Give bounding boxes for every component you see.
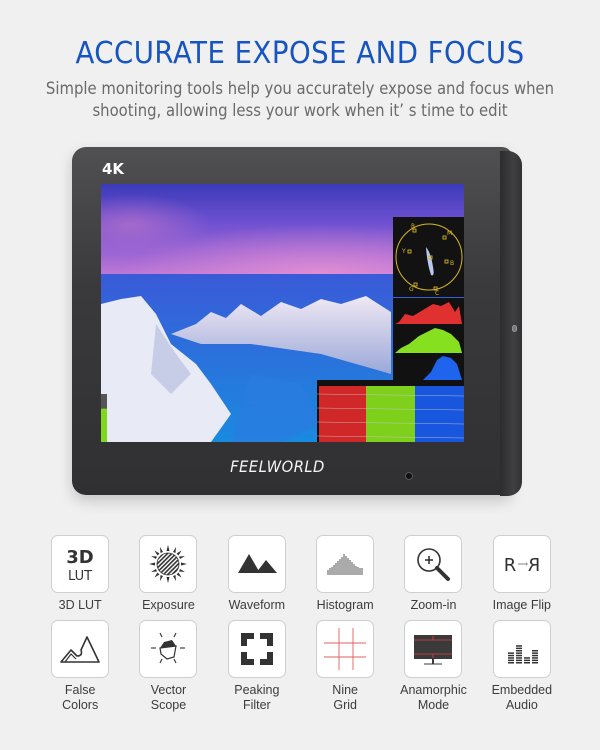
3d-lut-icon: 3D LUT	[51, 535, 110, 593]
feature-label: Vector Scope	[150, 683, 187, 712]
zoom-in-icon	[404, 535, 463, 593]
audio-level-segment	[531, 662, 538, 664]
vectorscope-label-g: G	[409, 286, 414, 293]
audio-level-segment	[531, 650, 538, 652]
feature-label: Zoom-in	[410, 598, 457, 612]
feature-waveform: Waveform	[213, 535, 301, 614]
vectorscope-label-b: B	[450, 260, 454, 267]
feature-label: Anamorphic Mode	[400, 683, 467, 712]
side-button	[512, 325, 517, 332]
subtitle-line-2: shooting, allowing less your work when i…	[92, 101, 508, 120]
audio-level-segment	[507, 654, 514, 657]
vectorscope-label-m: M	[447, 230, 452, 237]
monitor-screen: R M Y B G C	[101, 184, 464, 442]
feature-vector-scope: Vector Scope	[124, 620, 212, 713]
power-indicator	[405, 472, 413, 480]
brand-logo: FEELWORLD	[230, 457, 325, 476]
audio-level-meter	[101, 394, 107, 442]
feature-nine-grid: Nine Grid	[301, 620, 389, 713]
feature-anamorphic-mode: Anamorphic Mode	[389, 620, 477, 713]
audio-level-segment	[515, 650, 522, 652]
audio-level-segment	[515, 645, 522, 647]
svg-text:3D: 3D	[66, 547, 93, 568]
feature-label: Histogram	[316, 598, 374, 612]
audio-level-segment	[523, 657, 530, 659]
feature-label: False Colors	[62, 683, 99, 712]
vectorscope-label-c: C	[435, 290, 439, 297]
image-flip-icon: R R	[492, 535, 551, 593]
audio-level-segment	[523, 662, 530, 664]
vectorscope-overlay: R M Y B G C	[393, 217, 464, 297]
svg-text:LUT: LUT	[68, 569, 92, 584]
waveform-icon	[227, 535, 286, 593]
vectorscope-label-y: Y	[401, 248, 406, 255]
histogram-green	[395, 328, 462, 353]
feature-grid: 3D LUT 3D LUT Exposure Waveform Histogra…	[36, 535, 566, 713]
parade-green	[366, 386, 415, 442]
svg-text:R: R	[504, 555, 517, 576]
4k-badge: 4K	[102, 160, 125, 178]
feature-label: Waveform	[228, 598, 286, 612]
svg-text:R: R	[528, 555, 541, 576]
feature-zoom-in: Zoom-in	[389, 535, 477, 614]
audio-level-segment	[507, 662, 514, 664]
histogram-icon	[316, 535, 375, 593]
audio-level-segment	[507, 657, 514, 659]
feature-label: Exposure	[142, 598, 195, 612]
vector-scope-icon	[139, 620, 198, 678]
feature-label: Embedded Audio	[491, 683, 553, 712]
audio-level-segment	[507, 652, 514, 654]
audio-level-segment	[515, 662, 522, 664]
peaking-filter-icon	[227, 620, 286, 678]
histogram-red	[395, 302, 462, 324]
audio-level-segment	[523, 659, 530, 662]
audio-level-segment	[531, 659, 538, 662]
feature-false-colors: False Colors	[36, 620, 124, 713]
feature-peaking-filter: Peaking Filter	[213, 620, 301, 713]
false-colors-icon	[51, 620, 110, 678]
page-subtitle: Simple monitoring tools help you accurat…	[30, 78, 570, 122]
histogram-blue	[423, 356, 462, 380]
vectorscope-label-r: R	[411, 223, 415, 230]
subtitle-line-1: Simple monitoring tools help you accurat…	[45, 79, 555, 98]
feature-histogram: Histogram	[301, 535, 389, 614]
audio-level-segment	[515, 652, 522, 654]
rgb-histogram-overlay	[393, 298, 464, 380]
audio-level-segment	[515, 647, 522, 650]
feature-label: Nine Grid	[332, 683, 359, 712]
audio-level-segment	[515, 654, 522, 657]
audio-level-segment	[515, 659, 522, 662]
audio-level-segment	[531, 657, 538, 659]
nine-grid-icon	[316, 620, 375, 678]
exposure-icon	[139, 535, 198, 593]
audio-level-segment	[531, 652, 538, 654]
monitor-side-edge	[500, 151, 522, 496]
field-monitor: 4K R M Y B G C FEELWORLD	[72, 147, 522, 496]
feature-label: Peaking Filter	[234, 683, 280, 712]
audio-level-segment	[531, 654, 538, 657]
embedded-audio-icon	[492, 620, 551, 678]
page-title: ACCURATE EXPOSE AND FOCUS	[75, 36, 525, 71]
anamorphic-mode-icon	[404, 620, 463, 678]
feature-3d-lut: 3D LUT 3D LUT	[36, 535, 124, 614]
feature-embedded-audio: Embedded Audio	[478, 620, 566, 713]
audio-level-segment	[507, 659, 514, 662]
feature-exposure: Exposure	[124, 535, 212, 614]
parade-blue	[415, 386, 464, 442]
audio-level-segment	[515, 657, 522, 659]
rgb-parade-overlay	[317, 380, 464, 442]
feature-label: Image Flip	[492, 598, 551, 612]
feature-image-flip: R R Image Flip	[478, 535, 566, 614]
feature-label: 3D LUT	[58, 598, 102, 612]
